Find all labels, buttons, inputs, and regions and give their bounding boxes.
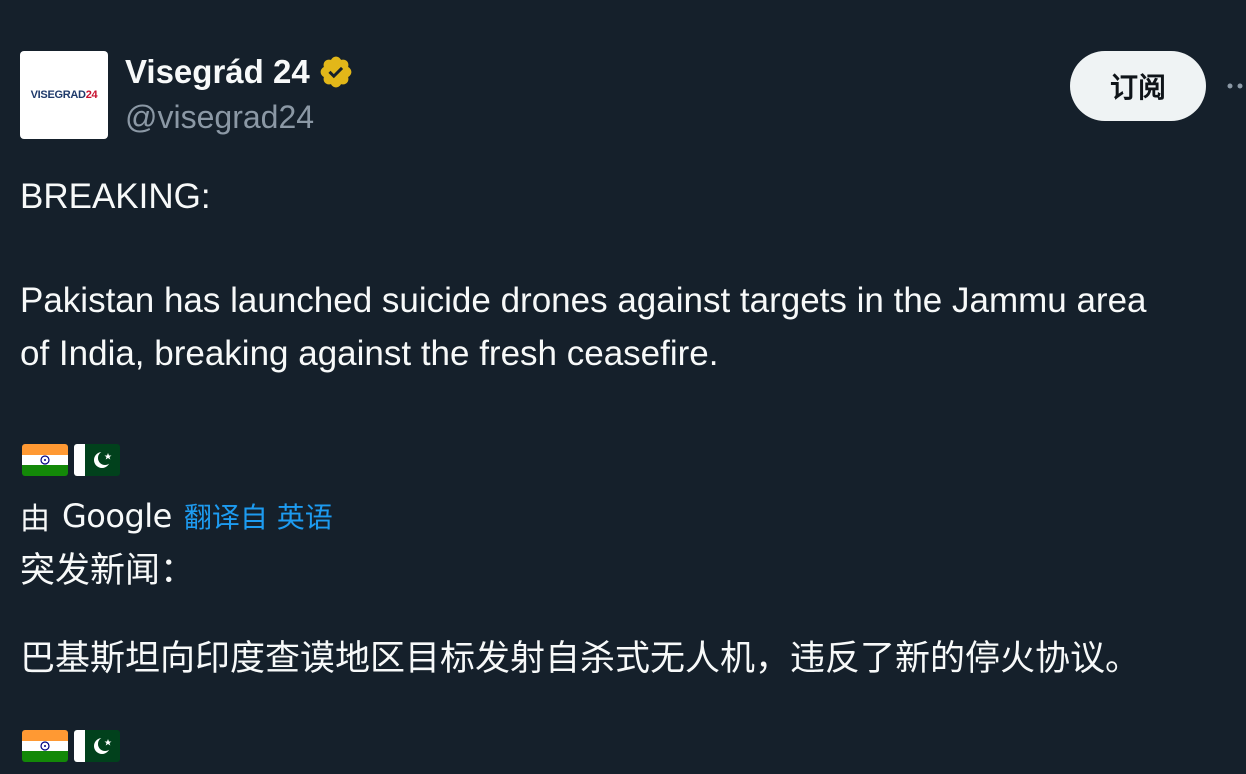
tweet-body-line-1: Pakistan has launched suicide drones aga… — [20, 281, 1147, 320]
google-logo: Google — [62, 497, 172, 535]
tweet-body-line-2: of India, breaking against the fresh cea… — [20, 334, 719, 373]
translation-attribution: 由 Google 翻译自 英语 — [20, 494, 333, 538]
author-display-name[interactable]: Visegrád 24 — [125, 52, 354, 92]
tweet-heading: BREAKING: — [20, 177, 211, 216]
translated-heading: 突发新闻： — [20, 551, 196, 591]
flag-emoji-row — [22, 444, 120, 476]
verified-badge-icon — [320, 56, 352, 88]
translated-from-link[interactable]: 翻译自 英语 — [184, 496, 333, 536]
translated-body: 巴基斯坦向印度查谟地区目标发射自杀式无人机，违反了新的停火协议。 — [20, 639, 1141, 679]
translated-by-label: 由 — [20, 502, 50, 537]
display-name-text: Visegrád 24 — [125, 53, 310, 90]
india-flag-icon — [22, 730, 68, 762]
avatar[interactable]: VISEGRAD24 — [20, 51, 108, 139]
pakistan-flag-icon — [74, 730, 120, 762]
subscribe-button[interactable]: 订阅 — [1070, 51, 1206, 121]
pakistan-flag-icon — [74, 444, 120, 476]
more-options-icon[interactable] — [1226, 80, 1246, 92]
translated-flag-emoji-row — [22, 730, 120, 762]
india-flag-icon — [22, 444, 68, 476]
avatar-logo-text: VISEGRAD24 — [30, 89, 98, 101]
author-handle[interactable]: @visegrad24 — [125, 97, 314, 137]
